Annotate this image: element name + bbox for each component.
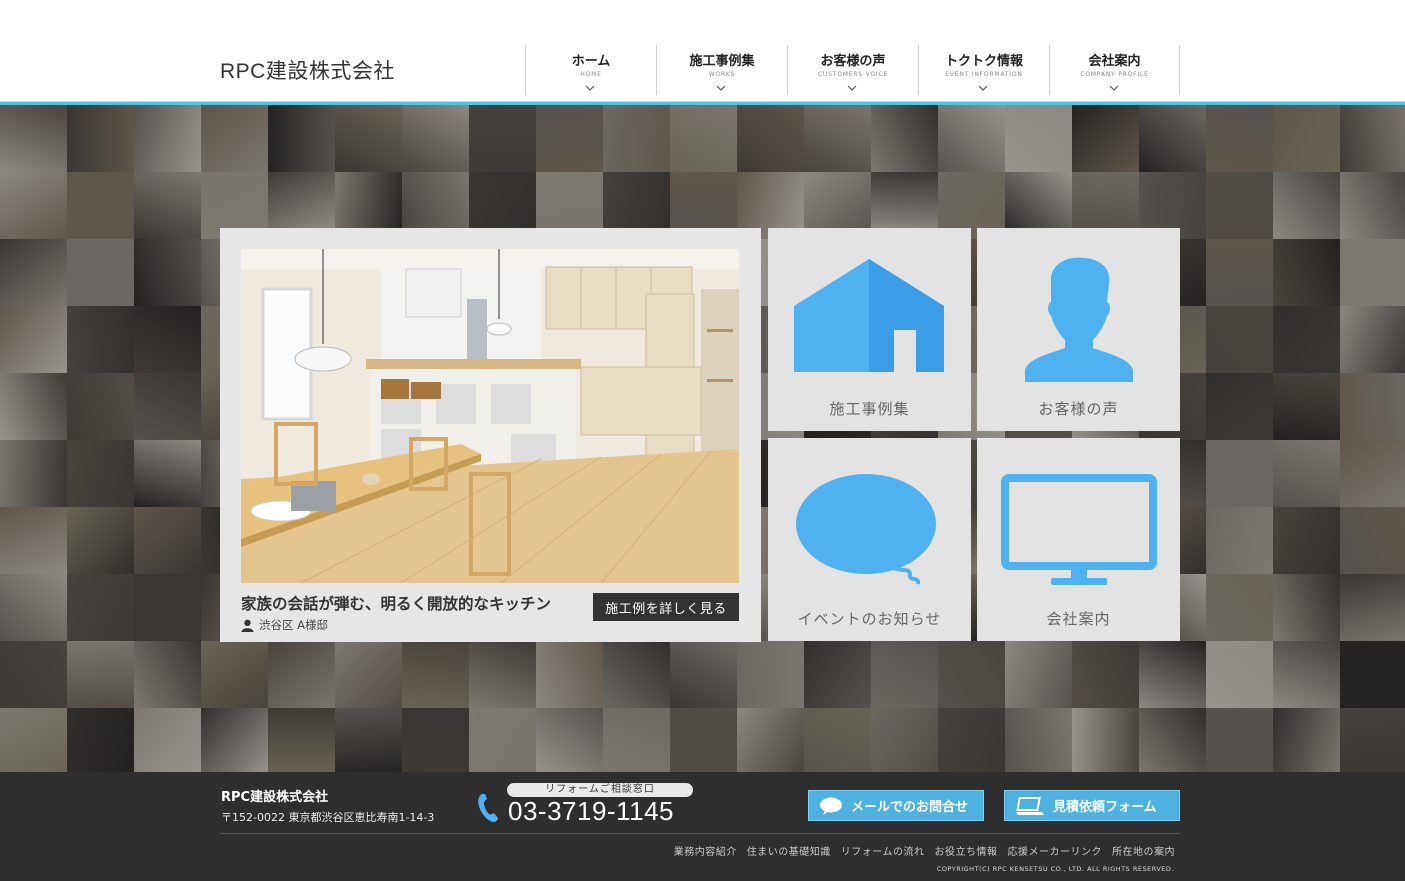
nav-sublabel: CUSTOMERS VOICE <box>817 71 889 78</box>
nav-label: 会社案内 <box>1088 54 1141 69</box>
person-icon <box>1025 257 1133 382</box>
nav-item-home[interactable]: ホーム HOME <box>525 45 656 95</box>
house-icon <box>794 259 944 372</box>
nav-label: ホーム <box>571 54 611 69</box>
monitor-icon <box>1001 474 1157 585</box>
estimate-form-button[interactable]: 見積依頼フォーム <box>1004 790 1180 821</box>
footer-links: 業務内容紹介 住まいの基礎知識 リフォームの流れ お役立ち情報 応援メーカーリン… <box>674 843 1175 858</box>
nav-item-works[interactable]: 施工事例集 WORKS <box>656 45 787 95</box>
phone-number[interactable]: 03-3719-1145 <box>508 796 674 827</box>
nav-label: 施工事例集 <box>689 54 755 69</box>
nav-label: トクトク情報 <box>944 54 1023 69</box>
tile-label: 会社案内 <box>1046 610 1111 628</box>
footer-link-makers[interactable]: 応援メーカーリンク <box>1008 843 1103 858</box>
mail-button-label: メールでのお問合せ <box>851 800 969 815</box>
tile-company[interactable]: 会社案内 <box>977 438 1180 641</box>
nav-sublabel: HOME <box>580 71 602 78</box>
tile-label: イベントのお知らせ <box>797 610 942 628</box>
footer-link-tips[interactable]: お役立ち情報 <box>935 843 998 858</box>
view-work-detail-button[interactable]: 施工例を詳しく見る <box>593 593 739 621</box>
chevron-down-icon <box>1109 85 1119 91</box>
tile-label: 施工事例集 <box>829 400 910 418</box>
footer-link-access[interactable]: 所在地の案内 <box>1112 843 1175 858</box>
chevron-down-icon <box>716 85 726 91</box>
nav-sublabel: EVENT INFORMATION <box>945 71 1023 78</box>
phone-label: リフォームご相談窓口 <box>507 783 693 797</box>
nav-label: お客様の声 <box>820 54 886 69</box>
chat-bubble-icon <box>819 797 843 815</box>
footer-link-basics[interactable]: 住まいの基礎知識 <box>747 843 831 858</box>
tile-label: お客様の声 <box>1038 400 1119 418</box>
customer-name: 渋谷区 A様邸 <box>259 618 329 632</box>
site-header: RPC建設株式会社 ホーム HOME 施工事例集 WORKS お客様の声 CUS… <box>0 0 1405 101</box>
tile-events[interactable]: イベントのお知らせ <box>768 438 971 641</box>
speech-bubble-icon <box>796 474 936 585</box>
mail-inquiry-button[interactable]: メールでのお問合せ <box>808 790 984 821</box>
footer-address: 〒152-0022 東京都渋谷区恵比寿南1-14-3 <box>221 811 435 824</box>
featured-work-panel: 家族の会話が弾む、明るく開放的なキッチン 渋谷区 A様邸 施工例を詳しく見る <box>220 228 761 642</box>
nav-item-voice[interactable]: お客様の声 CUSTOMERS VOICE <box>787 45 918 95</box>
nav-item-events[interactable]: トクトク情報 EVENT INFORMATION <box>918 45 1049 95</box>
footer-company-name: RPC建設株式会社 <box>221 790 329 805</box>
site-logo[interactable]: RPC建設株式会社 <box>220 55 395 85</box>
footer-link-services[interactable]: 業務内容紹介 <box>674 843 737 858</box>
nav-sublabel: COMPANY PROFILE <box>1080 71 1149 78</box>
footer-link-flow[interactable]: リフォームの流れ <box>841 843 925 858</box>
copyright: COPYRIGHT(C) RPC KENSETSU CO., LTD. ALL … <box>936 865 1174 873</box>
phone-icon <box>478 794 498 822</box>
chevron-down-icon <box>847 85 857 91</box>
chevron-down-icon <box>585 85 595 91</box>
tile-works[interactable]: 施工事例集 <box>768 228 971 431</box>
nav-item-company[interactable]: 会社案内 COMPANY PROFILE <box>1049 45 1180 95</box>
laptop-icon <box>1015 796 1045 816</box>
estimate-button-label: 見積依頼フォーム <box>1053 800 1157 815</box>
feature-title: 家族の会話が弾む、明るく開放的なキッチン <box>241 595 552 613</box>
tile-customer-voice[interactable]: お客様の声 <box>977 228 1180 431</box>
chevron-down-icon <box>978 85 988 91</box>
user-icon <box>241 619 254 632</box>
nav-sublabel: WORKS <box>708 71 736 78</box>
main-nav: ホーム HOME 施工事例集 WORKS お客様の声 CUSTOMERS VOI… <box>525 45 1180 101</box>
feature-customer: 渋谷区 A様邸 <box>241 617 328 633</box>
featured-kitchen-photo[interactable] <box>241 249 739 583</box>
footer-divider <box>220 833 1180 834</box>
site-footer: RPC建設株式会社 〒152-0022 東京都渋谷区恵比寿南1-14-3 リフォ… <box>0 772 1405 881</box>
kitchen-illustration <box>241 249 739 583</box>
